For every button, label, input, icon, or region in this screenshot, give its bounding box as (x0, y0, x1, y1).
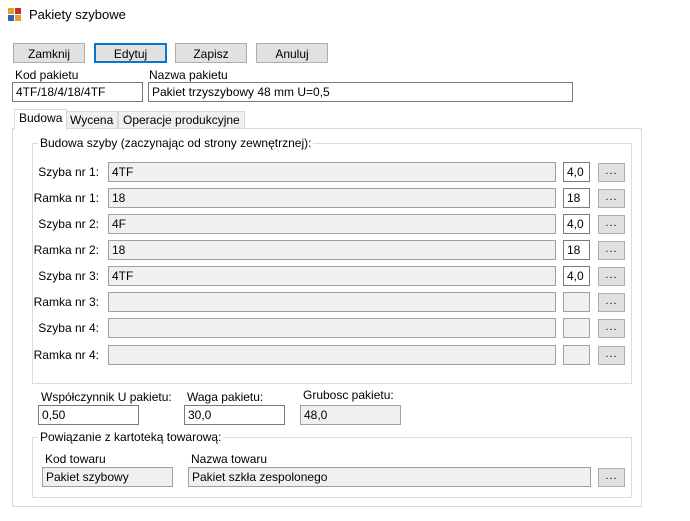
layer-3-browse-button[interactable]: ... (598, 215, 625, 234)
glass-structure-group-title: Budowa szyby (zaczynając od strony zewnę… (38, 136, 314, 150)
layer-5-thickness[interactable]: 4,0 (563, 266, 590, 286)
row-label: Szyba nr 2: (38, 217, 99, 231)
layer-6-browse-button[interactable]: ... (598, 293, 625, 312)
product-code-input: Pakiet szybowy (42, 467, 173, 487)
layer-8-input[interactable] (108, 345, 556, 365)
save-button[interactable]: Zapisz (175, 43, 247, 63)
layer-7-input[interactable] (108, 318, 556, 338)
package-name-input[interactable]: Pakiet trzyszybowy 48 mm U=0,5 (148, 82, 573, 102)
layer-5-input[interactable]: 4TF (108, 266, 556, 286)
tab-wycena[interactable]: Wycena (65, 111, 119, 129)
product-link-group-title: Powiązanie z kartoteką towarową: (38, 430, 224, 444)
layer-7-thickness[interactable] (563, 318, 590, 338)
row-label: Ramka nr 2: (33, 243, 99, 257)
edit-button[interactable]: Edytuj (94, 43, 167, 63)
row-label: Ramka nr 4: (33, 348, 99, 362)
layer-3-input[interactable]: 4F (108, 214, 556, 234)
layer-1-browse-button[interactable]: ... (598, 163, 625, 182)
package-code-input[interactable]: 4TF/18/4/18/4TF (12, 82, 143, 102)
layer-8-browse-button[interactable]: ... (598, 346, 625, 365)
layer-2-thickness[interactable]: 18 (563, 188, 590, 208)
layer-6-thickness[interactable] (563, 292, 590, 312)
row-label: Szyba nr 3: (38, 269, 99, 283)
product-code-label: Kod towaru (45, 452, 106, 466)
tab-operacje-produkcyjne[interactable]: Operacje produkcyjne (118, 111, 245, 129)
cancel-button[interactable]: Anuluj (256, 43, 328, 63)
row-label: Szyba nr 1: (38, 165, 99, 179)
product-name-input: Pakiet szkła zespolonego (188, 467, 591, 487)
row-label: Ramka nr 1: (33, 191, 99, 205)
u-value-input[interactable]: 0,50 (38, 405, 139, 425)
layer-4-thickness[interactable]: 18 (563, 240, 590, 260)
layer-1-thickness[interactable]: 4,0 (563, 162, 590, 182)
total-thickness-label: Grubosc pakietu: (303, 388, 394, 402)
package-name-label: Nazwa pakietu (149, 68, 228, 82)
layer-5-browse-button[interactable]: ... (598, 267, 625, 286)
layer-4-input[interactable]: 18 (108, 240, 556, 260)
weight-input[interactable]: 30,0 (184, 405, 285, 425)
layer-2-input[interactable]: 18 (108, 188, 556, 208)
layer-4-browse-button[interactable]: ... (598, 241, 625, 260)
layer-2-browse-button[interactable]: ... (598, 189, 625, 208)
total-thickness-input: 48,0 (300, 405, 401, 425)
layer-6-input[interactable] (108, 292, 556, 312)
weight-label: Waga pakietu: (187, 390, 264, 404)
tab-budowa[interactable]: Budowa (14, 109, 68, 130)
row-label: Szyba nr 4: (38, 321, 99, 335)
layer-3-thickness[interactable]: 4,0 (563, 214, 590, 234)
package-code-label: Kod pakietu (15, 68, 79, 82)
layer-7-browse-button[interactable]: ... (598, 319, 625, 338)
layer-1-input[interactable]: 4TF (108, 162, 556, 182)
product-name-label: Nazwa towaru (191, 452, 268, 466)
product-browse-button[interactable]: ... (598, 468, 625, 487)
u-value-label: Współczynnik U pakietu: (41, 390, 172, 404)
row-label: Ramka nr 3: (33, 295, 99, 309)
window-title: Pakiety szybowe (29, 7, 126, 22)
layer-8-thickness[interactable] (563, 345, 590, 365)
app-grid-icon (8, 8, 22, 22)
close-button[interactable]: Zamknij (13, 43, 85, 63)
